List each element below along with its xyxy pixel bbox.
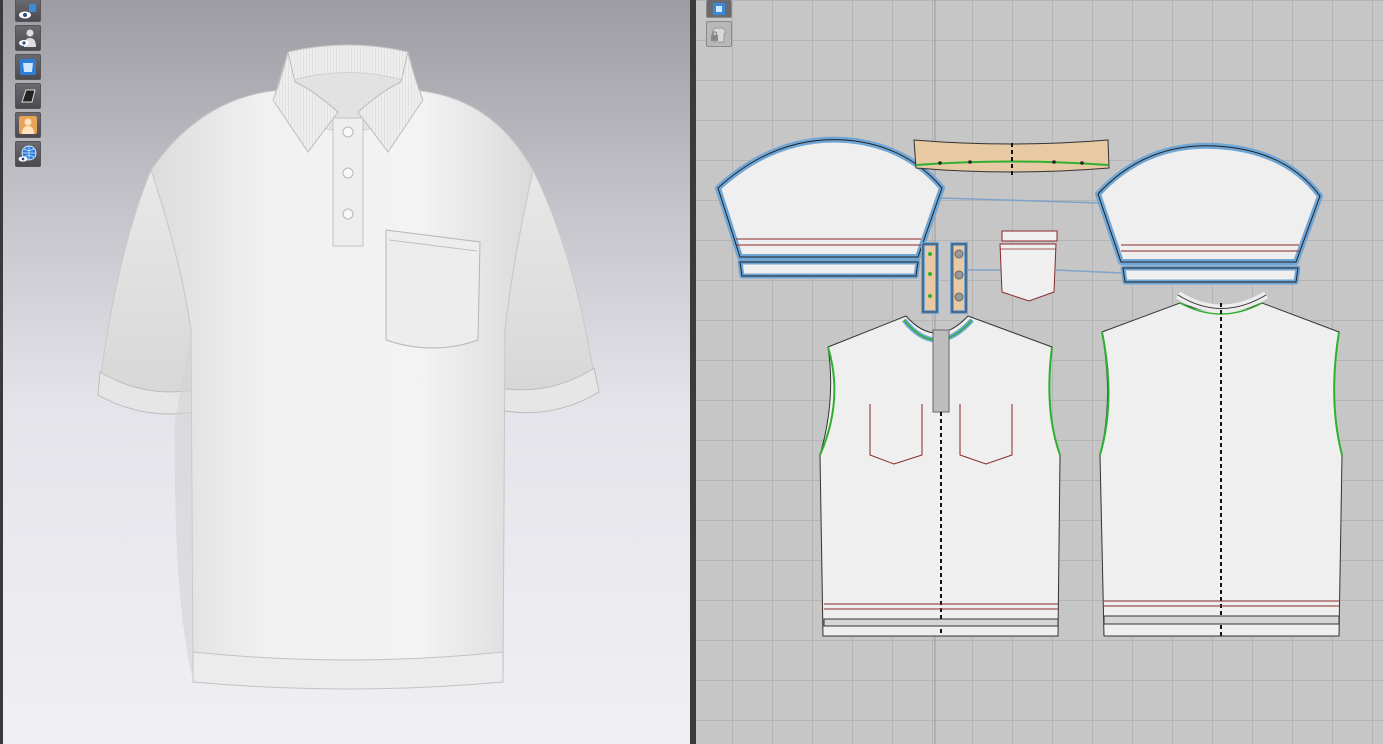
- 2d-pattern-viewport[interactable]: [696, 0, 1383, 744]
- show-pattern-icon[interactable]: [706, 0, 732, 18]
- 3d-garment-polo-shirt[interactable]: [3, 0, 690, 744]
- pattern-left-sleeve[interactable]: [715, 136, 945, 279]
- pattern-collar[interactable]: [913, 139, 1110, 178]
- pattern-pocket[interactable]: [999, 230, 1058, 302]
- button-3: [342, 208, 354, 220]
- pattern-right-sleeve[interactable]: [1095, 142, 1323, 285]
- pattern-canvas[interactable]: [696, 0, 1383, 744]
- pattern-front-body[interactable]: [819, 315, 1061, 637]
- pattern-placket-left[interactable]: [921, 242, 939, 314]
- pattern-back-body[interactable]: [1099, 291, 1343, 637]
- button-2: [342, 167, 354, 179]
- 3d-viewport[interactable]: [0, 0, 690, 744]
- lock-pattern-icon[interactable]: [706, 21, 732, 47]
- pattern-placket-right[interactable]: [950, 242, 968, 314]
- 2d-pattern-toolbar: [706, 0, 734, 50]
- chest-pocket: [385, 229, 481, 349]
- button-1: [342, 126, 354, 138]
